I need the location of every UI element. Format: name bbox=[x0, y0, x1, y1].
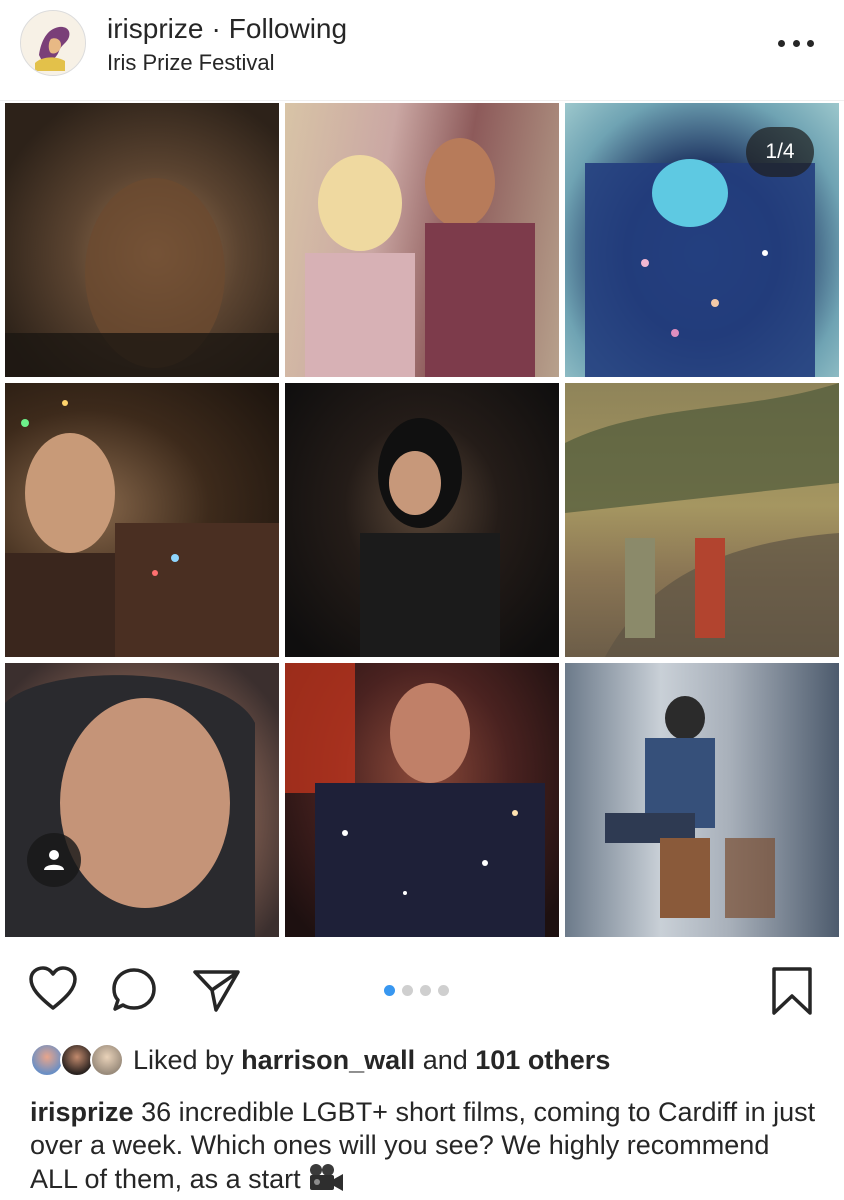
paper-plane-icon[interactable] bbox=[192, 966, 242, 1014]
portrait-figure bbox=[5, 178, 279, 377]
film-still-7 bbox=[5, 663, 279, 937]
carousel-dot bbox=[402, 985, 413, 996]
film-still-8 bbox=[285, 663, 559, 937]
liker-username[interactable]: harrison_wall bbox=[241, 1045, 415, 1075]
likes-prefix: Liked by bbox=[133, 1045, 234, 1075]
header-title: irisprize · Following bbox=[107, 12, 347, 46]
seated-woman-figure bbox=[605, 696, 775, 918]
film-still-2 bbox=[285, 103, 559, 377]
likes-row[interactable]: Liked by harrison_wall and 101 others bbox=[30, 1040, 830, 1080]
post-image-grid[interactable]: 1/4 bbox=[5, 103, 839, 938]
two-women-figure bbox=[305, 138, 535, 377]
person-tag-icon bbox=[44, 850, 64, 870]
movie-camera-icon bbox=[309, 1164, 343, 1191]
film-still-9 bbox=[565, 663, 839, 937]
film-still-4 bbox=[5, 383, 279, 657]
hooded-face-figure bbox=[5, 675, 255, 937]
tagged-people-button[interactable] bbox=[27, 833, 81, 887]
woman-night-figure bbox=[360, 418, 500, 657]
location-label[interactable]: Iris Prize Festival bbox=[107, 50, 274, 76]
singing-man-figure bbox=[285, 663, 545, 937]
film-still-6 bbox=[565, 383, 839, 657]
carousel-counter: 1/4 bbox=[746, 127, 814, 177]
heart-icon[interactable] bbox=[28, 966, 78, 1012]
separator-dot: · bbox=[211, 13, 221, 44]
carousel-dot bbox=[438, 985, 449, 996]
profile-avatar[interactable] bbox=[20, 10, 86, 76]
comment-icon[interactable] bbox=[110, 966, 158, 1014]
film-still-5 bbox=[285, 383, 559, 657]
film-still-1 bbox=[5, 103, 279, 377]
film-still-3: 1/4 bbox=[565, 103, 839, 377]
post-header: irisprize · Following Iris Prize Festival bbox=[0, 0, 844, 101]
liker-avatar bbox=[60, 1043, 94, 1077]
two-men-figure bbox=[5, 400, 279, 657]
caption-text: 36 incredible LGBT+ short films, coming … bbox=[30, 1097, 816, 1194]
username-link[interactable]: irisprize bbox=[107, 13, 203, 44]
liker-avatar bbox=[30, 1043, 64, 1077]
post-caption: irisprize 36 incredible LGBT+ short film… bbox=[30, 1096, 820, 1196]
women-walking-figure bbox=[565, 383, 839, 657]
likes-others-link[interactable]: 101 others bbox=[475, 1045, 610, 1075]
liker-avatar bbox=[90, 1043, 124, 1077]
caption-username[interactable]: irisprize bbox=[30, 1097, 134, 1127]
likes-summary: Liked by harrison_wall and 101 others bbox=[133, 1044, 610, 1076]
likes-conjunction: and bbox=[422, 1045, 468, 1075]
carousel-dot-active bbox=[384, 985, 395, 996]
carousel-indicator bbox=[384, 985, 449, 996]
carousel-dot bbox=[420, 985, 431, 996]
action-bar bbox=[0, 960, 844, 1020]
more-options-icon[interactable] bbox=[778, 38, 814, 48]
following-button[interactable]: Following bbox=[229, 13, 347, 44]
bookmark-icon[interactable] bbox=[770, 966, 814, 1016]
iris-logo-icon bbox=[21, 11, 85, 75]
